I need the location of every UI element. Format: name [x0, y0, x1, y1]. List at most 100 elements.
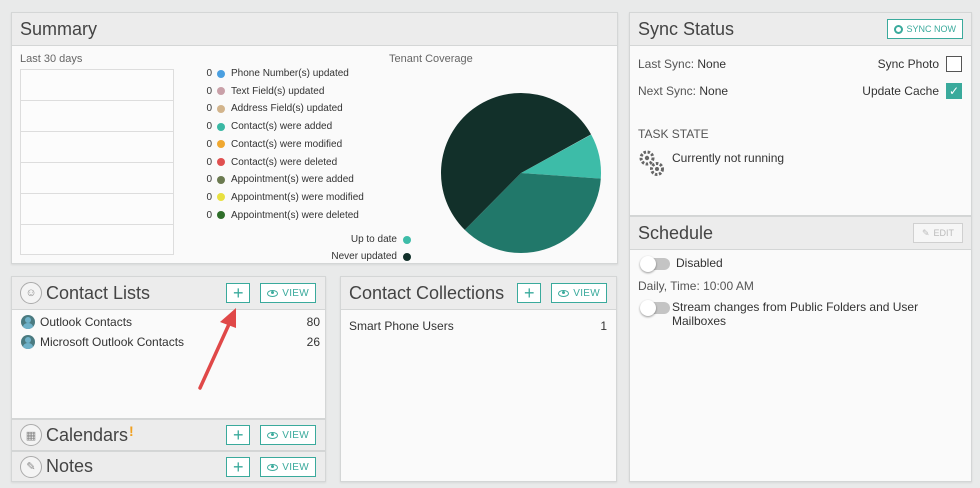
schedule-time: Daily, Time: 10:00 AM — [638, 279, 754, 293]
sync-photo-label: Sync Photo — [877, 57, 939, 71]
legend-label: Appointment(s) were modified — [231, 191, 364, 203]
schedule-disabled-label: Disabled — [676, 256, 723, 270]
legend-label: Appointment(s) were deleted — [231, 209, 359, 221]
summary-grid — [20, 69, 174, 255]
sync-icon — [893, 24, 903, 34]
calendars-panel: ▦ Calendars ! + VIEW — [11, 419, 326, 451]
legend-label: Contact(s) were deleted — [231, 156, 338, 168]
schedule-enabled-toggle[interactable] — [640, 256, 670, 272]
contact-lists-header: ☺ Contact Lists + VIEW — [12, 277, 325, 310]
contact-list-icon — [21, 335, 35, 349]
legend-dot — [217, 175, 225, 184]
view-label: VIEW — [573, 287, 600, 299]
list-item-count: 26 — [306, 335, 320, 349]
sync-status-panel: Sync Status SYNC NOW Last Sync: None Nex… — [629, 12, 972, 216]
legend-item: 0 Address Field(s) updated — [202, 103, 342, 115]
list-item[interactable]: Microsoft Outlook Contacts — [21, 335, 184, 349]
update-cache-checkbox[interactable]: ✓ — [946, 83, 962, 99]
legend-item: 0 Contact(s) were modified — [202, 139, 342, 150]
status-label: Never updated — [331, 251, 397, 262]
sync-title: Sync Status — [638, 18, 735, 39]
list-item[interactable]: Outlook Contacts — [21, 315, 132, 329]
legend-count: 0 — [206, 85, 212, 97]
summary-panel: Summary Last 30 days 0 Phone Number(s) up… — [11, 12, 618, 264]
notes-header: ✎ Notes + VIEW — [12, 452, 325, 481]
list-item[interactable]: Smart Phone Users — [349, 319, 454, 333]
legend-count: 0 — [206, 209, 212, 221]
contact-lists-title: Contact Lists — [46, 282, 151, 303]
legend-dot — [217, 87, 225, 96]
calendars-title: Calendars — [46, 424, 129, 445]
legend-dot — [217, 211, 225, 220]
add-note-button[interactable]: + — [226, 457, 251, 477]
contact-collections-panel: Contact Collections + VIEW Smart Phone U… — [340, 276, 617, 482]
schedule-header: Schedule ✎ EDIT — [630, 217, 971, 250]
notes-icon: ✎ — [20, 455, 42, 478]
legend-dot — [217, 69, 225, 78]
list-item-name: Smart Phone Users — [349, 319, 454, 333]
contact-collections-title: Contact Collections — [349, 282, 505, 303]
calendars-header: ▦ Calendars ! + VIEW — [12, 420, 325, 450]
legend-item: 0 Phone Number(s) updated — [202, 68, 349, 79]
stream-changes-toggle[interactable] — [640, 300, 670, 316]
pencil-icon: ✎ — [921, 227, 930, 238]
legend-label: Phone Number(s) updated — [231, 68, 349, 79]
last-sync-value: None — [697, 57, 727, 71]
view-label: VIEW — [282, 429, 309, 441]
legend-count: 0 — [206, 138, 212, 150]
legend-item: 0 Appointment(s) were deleted — [202, 209, 359, 221]
legend-count: 0 — [206, 103, 212, 115]
legend-label: Contact(s) were modified — [231, 138, 343, 150]
view-contact-lists-button[interactable]: VIEW — [260, 283, 316, 303]
calendars-warning-badge: ! — [129, 423, 134, 439]
stream-changes-label: Stream changes from Public Folders and U… — [672, 300, 919, 328]
sync-now-label: SYNC NOW — [906, 24, 957, 34]
eye-icon — [267, 431, 279, 439]
legend-count: 0 — [206, 156, 212, 168]
view-notes-button[interactable]: VIEW — [260, 457, 316, 477]
schedule-title: Schedule — [638, 222, 714, 243]
legend-count: 0 — [206, 191, 212, 203]
legend-item: 0 Appointment(s) were added — [202, 174, 354, 186]
legend-dot — [217, 122, 225, 131]
coverage-title: Tenant Coverage — [389, 53, 473, 65]
last-sync-label: Last Sync: — [638, 57, 695, 71]
calendar-icon: ▦ — [20, 424, 42, 446]
update-cache-label: Update Cache — [862, 84, 939, 98]
status-dot — [403, 235, 411, 244]
last-sync: Last Sync: None — [638, 57, 726, 71]
add-calendar-button[interactable]: + — [226, 425, 251, 445]
view-contact-collections-button[interactable]: VIEW — [551, 283, 607, 303]
view-calendars-button[interactable]: VIEW — [260, 425, 316, 445]
list-item-count: 1 — [600, 319, 607, 333]
eye-icon — [558, 289, 570, 297]
contact-lists-panel: ☺ Contact Lists + VIEW Outlook Contacts … — [11, 276, 326, 419]
notes-title: Notes — [46, 456, 94, 476]
list-item-name: Outlook Contacts — [40, 315, 133, 329]
task-state-heading: TASK STATE — [638, 127, 709, 141]
sync-photo-checkbox[interactable] — [946, 56, 962, 72]
legend-count: 0 — [206, 121, 212, 133]
gears-icon — [639, 150, 664, 176]
list-item-name: Microsoft Outlook Contacts — [40, 335, 185, 349]
coverage-pie-chart — [440, 92, 601, 253]
legend-dot — [217, 193, 225, 202]
legend-label: Text Field(s) updated — [231, 85, 325, 97]
summary-header: Summary — [12, 13, 617, 46]
legend-count: 0 — [206, 174, 212, 186]
period-label: Last 30 days — [20, 53, 83, 65]
schedule-panel: Schedule ✎ EDIT Disabled Daily, Time: 10… — [629, 216, 972, 482]
next-sync: Next Sync: None — [638, 84, 728, 98]
legend-count: 0 — [206, 68, 212, 79]
schedule-edit-button[interactable]: ✎ EDIT — [912, 223, 963, 243]
summary-title: Summary — [20, 18, 98, 39]
legend-label: Appointment(s) were added — [231, 174, 354, 186]
contact-collections-header: Contact Collections + VIEW — [341, 277, 616, 310]
list-item-count: 80 — [306, 315, 320, 329]
legend-item: 0 Contact(s) were deleted — [202, 157, 337, 168]
sync-now-button[interactable]: SYNC NOW — [886, 19, 963, 39]
add-contact-collection-button[interactable]: + — [517, 283, 542, 303]
legend-item: 0 Appointment(s) were modified — [202, 191, 364, 203]
contact-list-icon — [21, 315, 35, 329]
view-label: VIEW — [282, 461, 309, 473]
